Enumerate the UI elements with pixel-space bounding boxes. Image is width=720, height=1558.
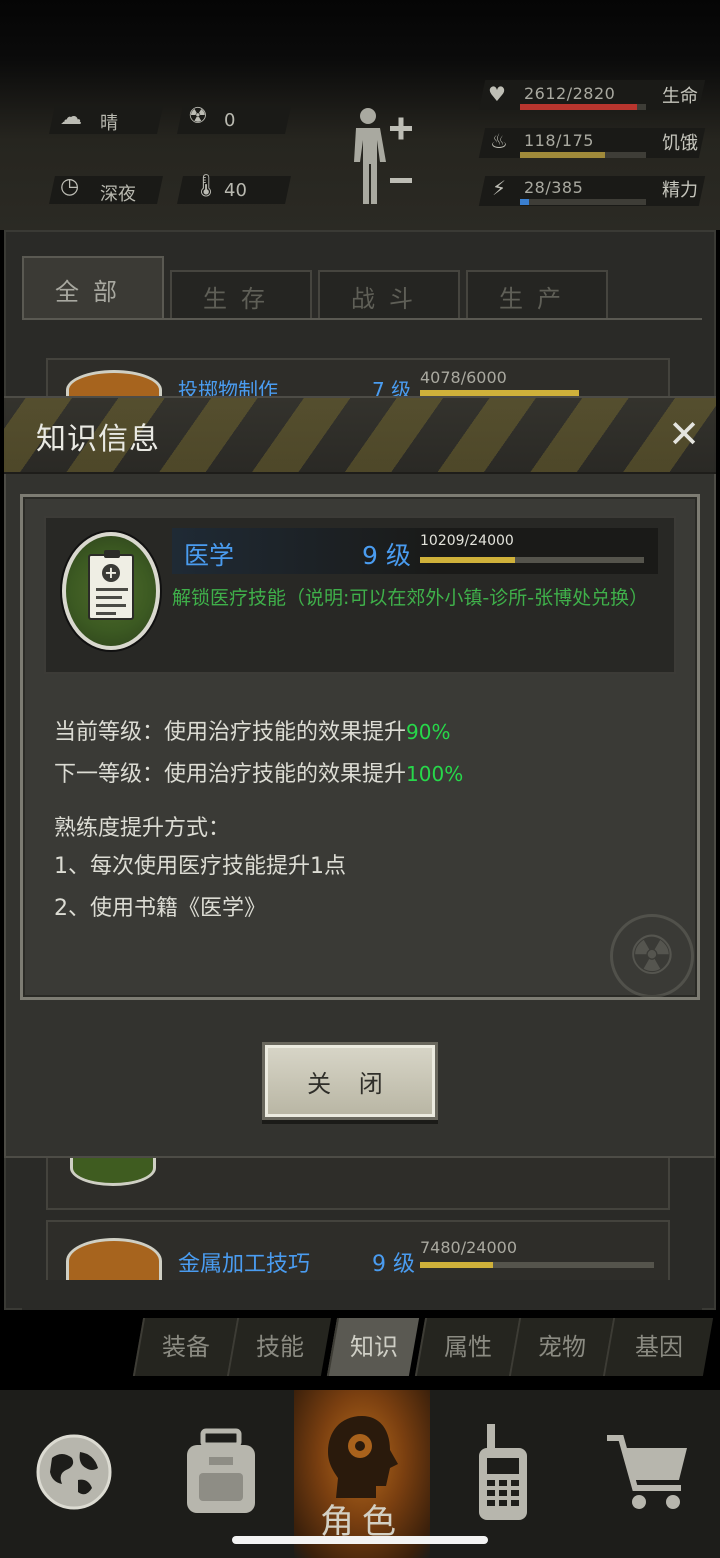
tab-skills[interactable]: 技能 — [226, 1318, 332, 1376]
hunger-label: 饥饿 — [662, 133, 698, 154]
list-item-progress: 7480/24000 — [420, 1238, 518, 1257]
tab-survival[interactable]: 生存 — [170, 270, 312, 320]
head-gear-icon — [322, 1412, 402, 1506]
tab-pets-label: 宠物 — [538, 1333, 586, 1361]
tab-genes[interactable]: 基因 — [602, 1318, 714, 1376]
list-item-progress: 4078/6000 — [420, 368, 507, 387]
skill-description: 解锁医疗技能（说明:可以在郊外小镇-诊所-张博处兑换） — [172, 587, 649, 609]
shopping-cart-icon — [603, 1430, 693, 1518]
method-item: 1、每次使用医疗技能提升1点 — [54, 854, 346, 879]
medical-clipboard-icon: + — [62, 532, 160, 650]
tab-divider — [22, 318, 702, 320]
tab-knowledge[interactable]: 知识 — [326, 1318, 420, 1376]
tab-production[interactable]: 生产 — [466, 270, 608, 320]
temperature-value: 40 — [224, 180, 247, 201]
current-level-text: 当前等级：使用治疗技能的效果提升 — [54, 720, 407, 745]
energy-icon: ⚡ — [492, 176, 507, 200]
tab-knowledge-label: 知识 — [350, 1333, 398, 1361]
radiation-icon: ☢ — [188, 104, 208, 129]
next-level-text: 下一等级：使用治疗技能的效果提升 — [54, 762, 407, 787]
next-level-value: 100% — [406, 762, 464, 786]
close-button-label: 关 闭 — [307, 1069, 393, 1098]
skill-level: 9 级 — [362, 541, 411, 570]
clock-icon: ◷ — [60, 174, 80, 199]
metalwork-skill-icon — [66, 1238, 162, 1284]
walkie-talkie-icon — [473, 1422, 533, 1526]
globe-icon — [34, 1432, 114, 1516]
nav-world[interactable] — [0, 1390, 148, 1558]
time-label: 深夜 — [100, 184, 136, 205]
stomach-icon: ♨ — [490, 129, 508, 153]
close-button[interactable]: 关 闭 — [262, 1042, 438, 1120]
nav-inventory[interactable] — [148, 1390, 294, 1558]
method-item: 2、使用书籍《医学》 — [54, 896, 266, 921]
energy-bar-fill — [520, 199, 529, 205]
weather-label: 晴 — [100, 113, 118, 134]
tab-attributes[interactable]: 属性 — [414, 1318, 520, 1376]
nav-radio[interactable] — [430, 1390, 576, 1558]
list-item-name: 金属加工技巧 — [178, 1252, 311, 1277]
nav-shop[interactable] — [576, 1390, 720, 1558]
tab-equipment[interactable]: 装备 — [132, 1318, 238, 1376]
current-level-value: 90% — [406, 720, 451, 744]
skill-name-bar — [172, 528, 658, 574]
skill-progress-fill — [420, 557, 515, 563]
health-bar-fill — [520, 104, 637, 110]
tab-all[interactable]: 全部 — [22, 256, 164, 320]
tab-attributes-label: 属性 — [444, 1333, 492, 1361]
energy-bar — [520, 199, 646, 205]
current-level-effect: 当前等级：使用治疗技能的效果提升90% — [54, 714, 450, 746]
health-value: 2612/2820 — [524, 84, 616, 103]
skill-name: 医学 — [184, 541, 235, 570]
skill-progress-text: 10209/24000 — [420, 533, 514, 549]
thermometer-icon: 🌡 — [192, 174, 220, 199]
close-icon[interactable]: ✕ — [664, 412, 704, 456]
health-label: 生命 — [662, 86, 698, 107]
tab-equipment-label: 装备 — [162, 1333, 210, 1361]
energy-value: 28/385 — [524, 178, 584, 197]
list-item-progress-fill — [420, 1262, 493, 1268]
panel-bottom — [22, 1280, 702, 1310]
radiation-watermark-icon: ☢ — [610, 914, 694, 998]
cloud-sun-icon: ☁ — [60, 105, 82, 130]
methods-title: 熟练度提升方式： — [54, 816, 231, 841]
hunger-value: 118/175 — [524, 131, 594, 150]
tab-genes-label: 基因 — [635, 1333, 683, 1361]
tab-pets[interactable]: 宠物 — [508, 1318, 614, 1376]
tab-combat[interactable]: 战斗 — [318, 270, 460, 320]
energy-label: 精力 — [662, 180, 698, 201]
hunger-bar-fill — [520, 152, 605, 158]
home-indicator — [232, 1536, 488, 1544]
backpack-icon — [179, 1427, 263, 1521]
tab-skills-label: 技能 — [256, 1333, 304, 1361]
heart-pulse-icon: ♥ — [488, 82, 506, 106]
list-item-level: 9 级 — [372, 1252, 415, 1277]
body-plus-minus-icon[interactable] — [346, 104, 416, 208]
next-level-effect: 下一等级：使用治疗技能的效果提升100% — [54, 756, 463, 788]
modal-title: 知识信息 — [36, 422, 160, 457]
radiation-value: 0 — [224, 110, 236, 131]
